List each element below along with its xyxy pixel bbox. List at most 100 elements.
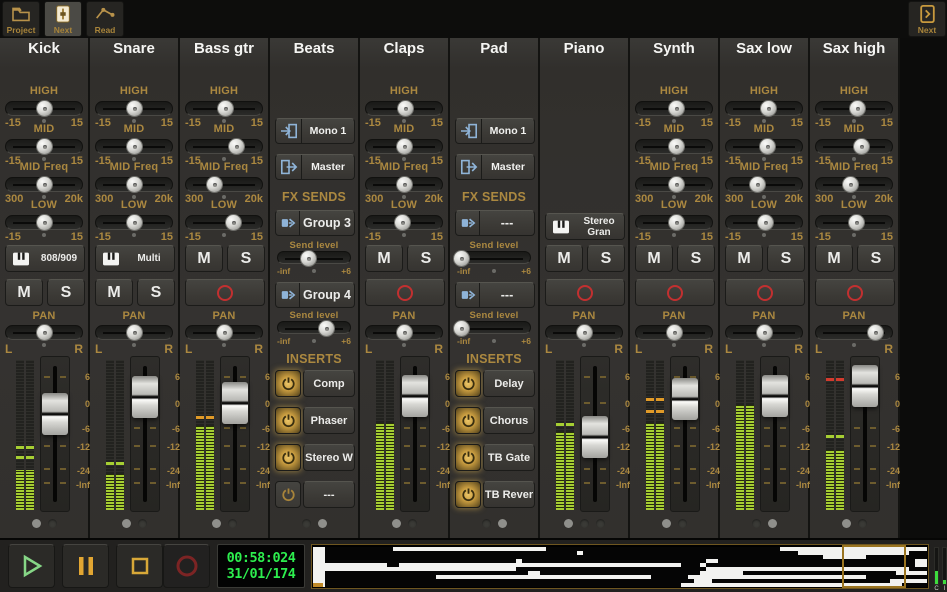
page-dots[interactable] — [360, 519, 448, 528]
page-dots[interactable] — [810, 519, 898, 528]
next-screen-button[interactable]: Next — [908, 1, 946, 37]
eq-low-slider-knob[interactable] — [35, 214, 53, 231]
eq-mid-slider-knob[interactable] — [395, 138, 413, 155]
fader-handle[interactable] — [762, 374, 788, 417]
page-dots[interactable] — [180, 519, 268, 528]
record-arm-button[interactable] — [635, 279, 715, 306]
fx-send-1-button[interactable]: --- — [455, 210, 535, 236]
send-level-slider-2[interactable] — [277, 320, 351, 337]
eq-mid-slider[interactable] — [815, 138, 893, 155]
pan-slider-knob[interactable] — [35, 324, 53, 341]
page-dot[interactable] — [301, 519, 311, 528]
eq-mid-slider-knob[interactable] — [667, 138, 685, 155]
channel-name[interactable]: Pad — [450, 40, 538, 57]
input-routing-button[interactable]: Mono 1 — [455, 118, 535, 144]
eq-high-slider-knob[interactable] — [35, 100, 53, 117]
page-dot[interactable] — [227, 519, 237, 528]
send-level-slider-2[interactable] — [453, 320, 531, 337]
song-overview[interactable] — [311, 544, 929, 589]
eq-low-slider-knob[interactable] — [757, 214, 775, 231]
send-level-slider-1-knob[interactable] — [299, 250, 317, 267]
insert-1-power-button[interactable] — [455, 370, 481, 397]
eq-mid-freq-slider[interactable] — [95, 176, 173, 193]
page-dots[interactable] — [270, 519, 358, 528]
project-button[interactable]: Project — [2, 1, 40, 37]
stop-button[interactable] — [116, 544, 163, 588]
mute-button[interactable]: M — [185, 245, 223, 272]
preset-button[interactable]: 808/909 — [5, 245, 85, 272]
solo-button[interactable]: S — [767, 245, 805, 272]
fader-handle[interactable] — [672, 377, 698, 420]
eq-high-slider-knob[interactable] — [397, 100, 415, 117]
eq-mid-slider[interactable] — [635, 138, 713, 155]
next-mixer-page-button[interactable]: Next — [44, 1, 82, 37]
send-level-slider-2-knob[interactable] — [318, 320, 336, 337]
page-dot-active[interactable] — [121, 519, 131, 528]
record-arm-button[interactable] — [185, 279, 265, 306]
pan-slider[interactable] — [815, 324, 893, 341]
channel-name[interactable]: Kick — [0, 40, 88, 57]
insert-1-button[interactable]: Delay — [483, 370, 535, 397]
page-dot[interactable] — [47, 519, 57, 528]
page-dot[interactable] — [481, 519, 491, 528]
page-dot-active[interactable] — [841, 519, 851, 528]
eq-high-slider-knob[interactable] — [667, 100, 685, 117]
pan-slider[interactable] — [545, 324, 623, 341]
fx-send-1-button[interactable]: Group 3 — [275, 210, 355, 236]
channel-name[interactable]: Beats — [270, 40, 358, 57]
insert-4-power-button[interactable] — [275, 481, 301, 508]
insert-4-button[interactable]: TB Rever — [483, 481, 535, 508]
eq-low-slider-knob[interactable] — [393, 214, 411, 231]
pan-slider-knob[interactable] — [395, 324, 413, 341]
eq-mid-freq-slider-knob[interactable] — [395, 176, 413, 193]
page-dot-active[interactable] — [211, 519, 221, 528]
channel-name[interactable]: Sax low — [720, 40, 808, 57]
eq-mid-freq-slider-knob[interactable] — [125, 176, 143, 193]
insert-3-button[interactable]: TB Gate — [483, 444, 535, 471]
page-dot-active[interactable] — [767, 519, 777, 528]
insert-2-button[interactable]: Chorus — [483, 407, 535, 434]
eq-mid-slider[interactable] — [95, 138, 173, 155]
eq-low-slider[interactable] — [725, 214, 803, 231]
eq-mid-freq-slider[interactable] — [365, 176, 443, 193]
eq-high-slider[interactable] — [725, 100, 803, 117]
fader-handle[interactable] — [42, 392, 68, 435]
eq-high-slider-knob[interactable] — [125, 100, 143, 117]
input-routing-button[interactable]: Mono 1 — [275, 118, 355, 144]
insert-2-button[interactable]: Phaser — [303, 407, 355, 434]
page-dot-active[interactable] — [563, 519, 573, 528]
channel-name[interactable]: Claps — [360, 40, 448, 57]
eq-mid-freq-slider-knob[interactable] — [842, 176, 860, 193]
eq-low-slider-knob[interactable] — [667, 214, 685, 231]
record-arm-button[interactable] — [725, 279, 805, 306]
overview-view-region[interactable] — [841, 545, 907, 588]
eq-mid-slider-knob[interactable] — [227, 138, 245, 155]
eq-mid-freq-slider[interactable] — [725, 176, 803, 193]
fader-handle[interactable] — [222, 382, 248, 425]
pan-slider[interactable] — [5, 324, 83, 341]
insert-3-power-button[interactable] — [455, 444, 481, 471]
preset-button[interactable]: Multi — [95, 245, 175, 272]
record-arm-button[interactable] — [815, 279, 895, 306]
channel-name[interactable]: Sax high — [810, 40, 898, 57]
solo-button[interactable]: S — [137, 279, 175, 306]
solo-button[interactable]: S — [587, 245, 625, 272]
insert-3-button[interactable]: Stereo W — [303, 444, 355, 471]
solo-button[interactable]: S — [677, 245, 715, 272]
eq-high-slider[interactable] — [815, 100, 893, 117]
eq-mid-slider[interactable] — [725, 138, 803, 155]
send-level-slider-2-knob[interactable] — [453, 320, 471, 337]
eq-low-slider-knob[interactable] — [125, 214, 143, 231]
page-dot[interactable] — [857, 519, 867, 528]
mute-button[interactable]: M — [635, 245, 673, 272]
fx-send-2-button[interactable]: Group 4 — [275, 282, 355, 308]
send-level-slider-1-knob[interactable] — [453, 250, 471, 267]
eq-low-slider[interactable] — [365, 214, 443, 231]
channel-name[interactable]: Bass gtr — [180, 40, 268, 57]
eq-mid-slider[interactable] — [185, 138, 263, 155]
eq-low-slider[interactable] — [95, 214, 173, 231]
page-dot[interactable] — [579, 519, 589, 528]
play-button[interactable] — [8, 544, 55, 588]
fader-handle[interactable] — [852, 365, 878, 408]
eq-mid-freq-slider[interactable] — [815, 176, 893, 193]
